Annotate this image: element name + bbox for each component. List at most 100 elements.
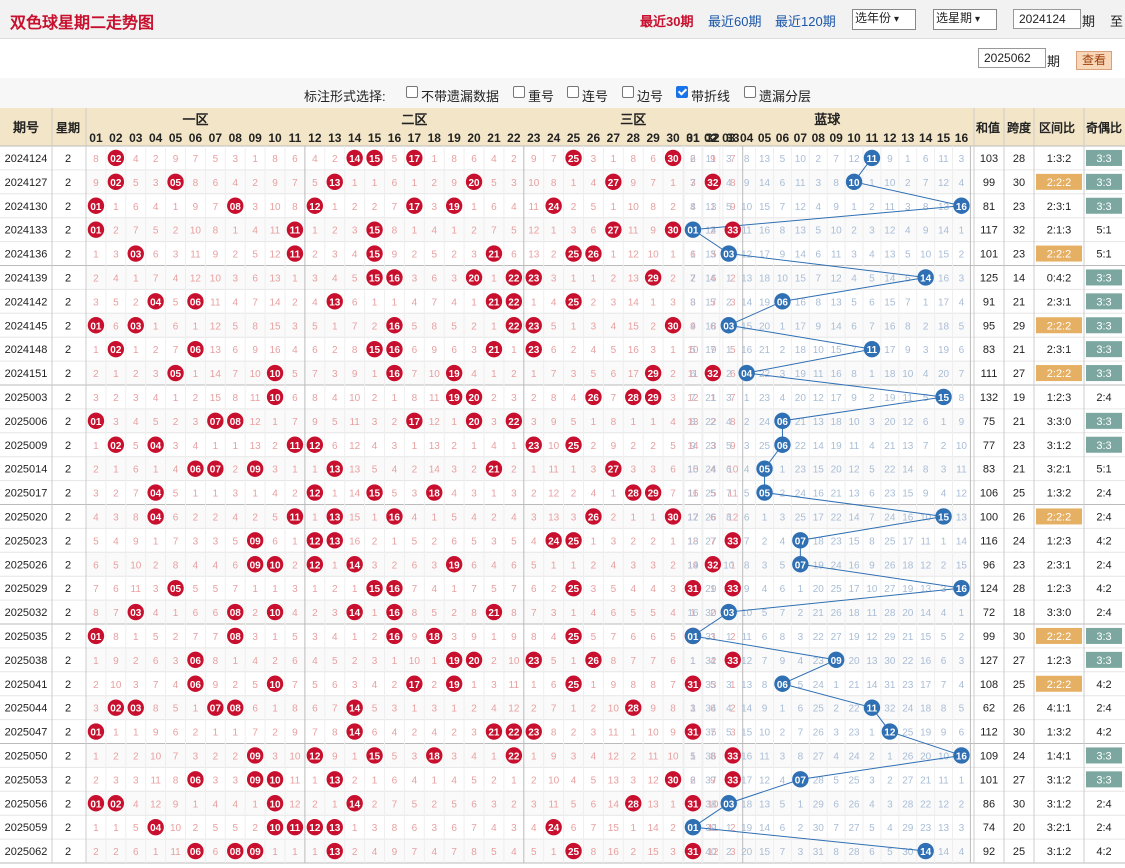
page-title: 双色球星期二走势图: [10, 15, 155, 32]
to-issue-unit: 期: [1047, 54, 1061, 69]
checkbox-omit-layer[interactable]: [744, 86, 756, 98]
omission-number: 1: [193, 704, 199, 715]
blue-number-header: 06: [776, 131, 790, 145]
to-issue-input[interactable]: 2025062: [978, 48, 1046, 68]
omission-number: 1: [332, 560, 338, 571]
omission-number: 9: [471, 632, 477, 643]
red-ball-number: 14: [349, 728, 361, 739]
omission-number: 11: [190, 250, 201, 261]
weekday-value: 2: [65, 153, 71, 165]
red-ball-number: 21: [488, 345, 500, 356]
omission-number: 1: [798, 584, 804, 595]
omission-number: 3: [113, 417, 119, 428]
omission-number: 1: [272, 584, 278, 595]
red-ball-number: 01: [90, 321, 102, 332]
omission-number: 14: [902, 465, 914, 476]
omission-number: 3: [670, 393, 676, 404]
sum-value: 99: [983, 631, 995, 643]
red-ball-number: 15: [369, 345, 381, 356]
omission-number: 6: [133, 202, 139, 213]
omission-number: 6: [372, 728, 378, 739]
checkbox-polyline[interactable]: [676, 86, 688, 98]
omission-number: 2: [431, 178, 437, 189]
red-ball-number: 15: [369, 250, 381, 261]
sum-value: 108: [980, 679, 998, 691]
omission-number: 7: [815, 273, 821, 284]
omission-number: 3: [531, 799, 537, 810]
omission-number: 3: [292, 321, 298, 332]
red-ball-number: 05: [170, 584, 182, 595]
omission-number: 6: [332, 441, 338, 452]
blue-ball-number: 01: [687, 823, 699, 834]
omission-number: 6: [511, 250, 517, 261]
week-select[interactable]: 选星期 ▾: [933, 9, 997, 30]
omission-number: 11: [529, 202, 540, 213]
omission-number: 3: [412, 489, 418, 500]
year-select[interactable]: 选年份 ▾: [852, 9, 916, 30]
range-120-link[interactable]: 最近120期: [775, 11, 836, 30]
omission-number: 6: [670, 656, 676, 667]
omission-number: 3: [591, 728, 597, 739]
omission-number: 11: [741, 226, 752, 237]
omission-number: 2: [798, 823, 804, 834]
omission-number: 4: [959, 680, 965, 691]
omission-number: 8: [213, 226, 219, 237]
omission-number: 4: [690, 321, 696, 332]
omission-number: 8: [923, 465, 929, 476]
red-ball-number: 26: [588, 512, 600, 523]
omission-number: 14: [349, 489, 361, 500]
omission-number: 5: [531, 560, 537, 571]
omission-number: 12: [508, 704, 520, 715]
omission-number: 5: [650, 608, 656, 619]
omission-number: 6: [744, 512, 750, 523]
query-button[interactable]: 查看: [1076, 51, 1113, 70]
omission-number: 2: [798, 608, 804, 619]
red-ball-number: 04: [150, 823, 162, 834]
omission-number: 2: [133, 656, 139, 667]
omission-number: 6: [531, 584, 537, 595]
omission-number: 7: [471, 584, 477, 595]
span-value: 21: [1013, 296, 1025, 308]
omission-number: 26: [884, 560, 896, 571]
range-60-link[interactable]: 最近60期: [708, 11, 761, 30]
omission-number: 2: [292, 560, 298, 571]
omission-number: 22: [813, 632, 825, 643]
red-ball-number: 29: [648, 273, 660, 284]
omission-number: 1: [923, 297, 929, 308]
omission-number: 4: [431, 728, 437, 739]
omission-number: 6: [193, 608, 199, 619]
omission-number: 22: [795, 441, 807, 452]
range-30-link[interactable]: 最近30期: [640, 11, 693, 30]
omission-number: 7: [905, 297, 911, 308]
omission-number: 33: [705, 680, 717, 691]
omission-number: 13: [831, 297, 843, 308]
omission-number: 6: [941, 656, 947, 667]
checkbox-consecutive[interactable]: [567, 86, 579, 98]
zone-ratio-value: 2:3:1: [1047, 296, 1071, 308]
omission-number: 1: [153, 465, 159, 476]
omission-number: 4: [431, 584, 437, 595]
omission-number: 7: [611, 632, 617, 643]
blue-zone-header: 蓝球: [814, 112, 841, 127]
red-ball-number: 02: [110, 154, 122, 165]
checkbox-edge[interactable]: [622, 86, 634, 98]
red-number-header: 30: [666, 131, 680, 145]
from-issue-input[interactable]: 2024124: [1013, 9, 1081, 29]
issue-number: 2024148: [5, 344, 48, 356]
omission-number: 27: [902, 775, 914, 786]
omission-number: 9: [252, 345, 258, 356]
span-value: 28: [1013, 583, 1025, 595]
omission-number: 7: [869, 512, 875, 523]
omission-number: 6: [133, 847, 139, 858]
issue-number: 2024136: [5, 249, 48, 261]
omission-number: 5: [869, 465, 875, 476]
checkbox-repeat[interactable]: [513, 86, 525, 98]
omission-number: 1: [451, 704, 457, 715]
omission-number: 20: [795, 393, 807, 404]
zone-ratio-value: 3:2:1: [1047, 464, 1071, 476]
omission-number: 7: [292, 680, 298, 691]
checkbox-no-omit[interactable]: [406, 86, 418, 98]
omission-number: 2: [551, 250, 557, 261]
omission-number: 2: [272, 441, 278, 452]
omission-number: 2: [941, 441, 947, 452]
